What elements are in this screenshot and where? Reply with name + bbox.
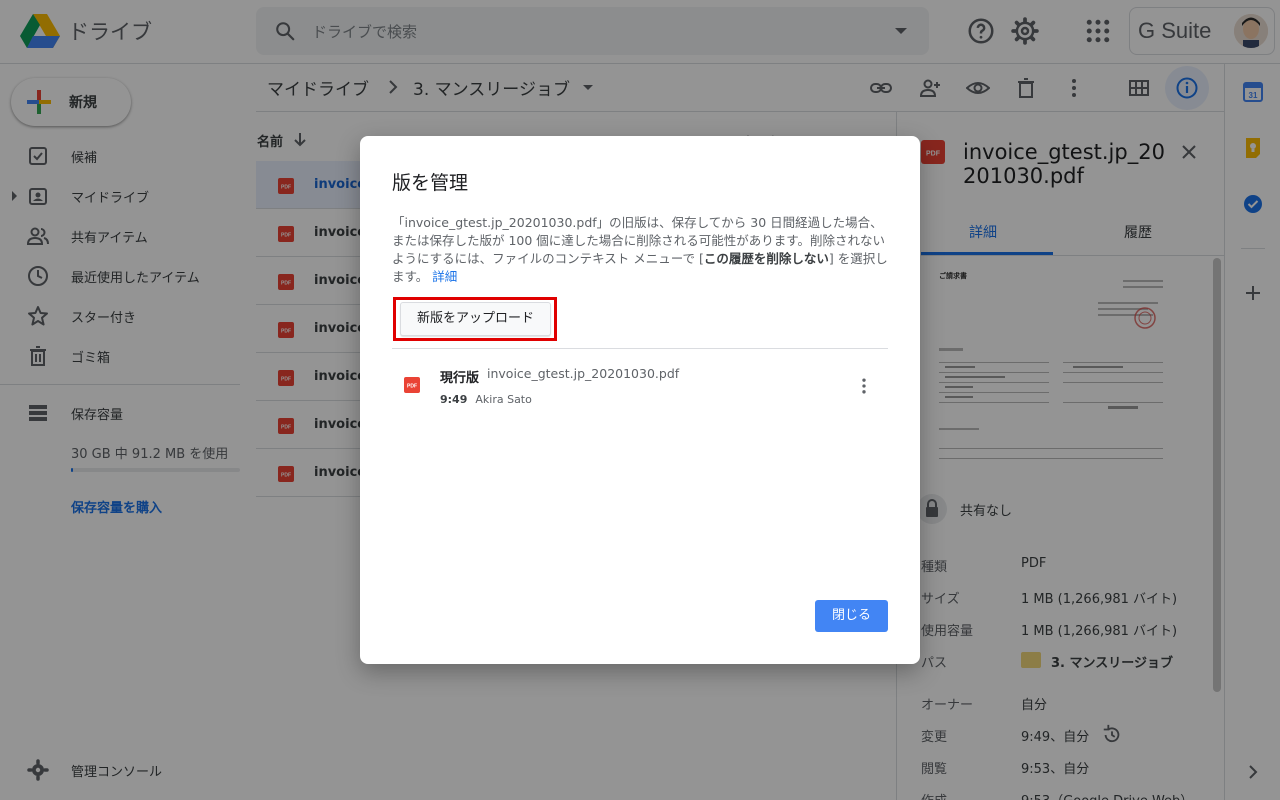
manage-versions-dialog: 版を管理 「invoice_gtest.jp_20201030.pdf」の旧版は…	[360, 136, 920, 664]
close-button[interactable]: 閉じる	[815, 600, 888, 632]
version-meta: 9:49 Akira Sato	[440, 393, 532, 406]
pdf-file-icon: PDF	[404, 377, 420, 393]
version-label: 現行版	[440, 371, 480, 386]
dialog-description: 「invoice_gtest.jp_20201030.pdf」の旧版は、保存して…	[392, 214, 888, 286]
svg-text:PDF: PDF	[407, 384, 417, 390]
version-author: Akira Sato	[475, 393, 532, 406]
version-time: 9:49	[440, 393, 468, 406]
description-bold-text: この履歴を削除しない	[703, 251, 829, 266]
dialog-divider	[392, 348, 888, 349]
dialog-title: 版を管理	[392, 172, 469, 194]
more-vert-icon[interactable]	[854, 376, 874, 396]
version-file-name: invoice_gtest.jp_20201030.pdf	[487, 366, 680, 381]
learn-more-link[interactable]: 詳細	[432, 269, 457, 284]
upload-new-version-button[interactable]: 新版をアップロード	[400, 302, 551, 336]
